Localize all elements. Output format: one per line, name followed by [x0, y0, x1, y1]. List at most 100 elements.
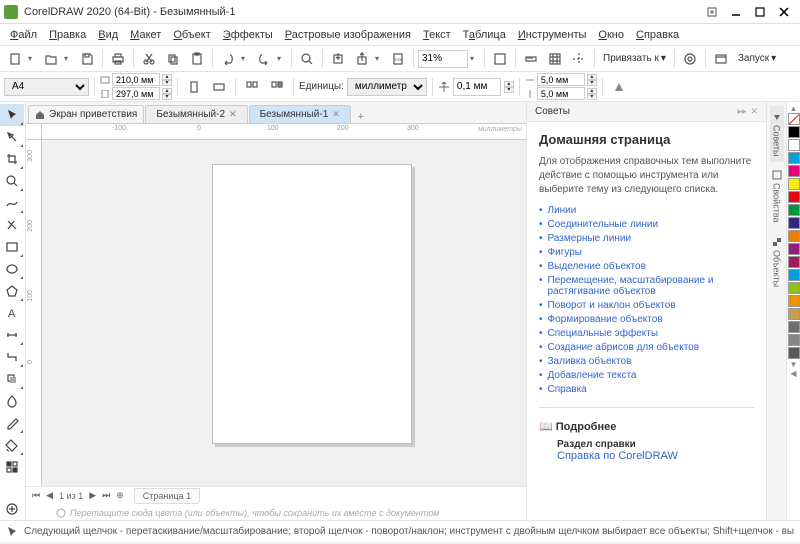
- menu-view[interactable]: Вид: [92, 27, 124, 43]
- color-swatch[interactable]: [788, 126, 800, 138]
- color-swatch[interactable]: [788, 256, 800, 268]
- current-page-button[interactable]: [266, 76, 288, 98]
- hint-topic-link[interactable]: Соединительные линии: [548, 219, 659, 230]
- dup-x-input[interactable]: [537, 73, 585, 86]
- no-color-swatch[interactable]: [788, 113, 800, 125]
- publish-pdf-button[interactable]: PDF: [387, 48, 409, 70]
- panel-close-icon[interactable]: ✕: [750, 106, 758, 117]
- dup-y-input[interactable]: [537, 87, 585, 100]
- copy-button[interactable]: [162, 48, 184, 70]
- hint-topic-link[interactable]: Поворот и наклон объектов: [548, 300, 676, 311]
- settings-icon[interactable]: [700, 2, 724, 22]
- all-pages-button[interactable]: [241, 76, 263, 98]
- page-height-input[interactable]: [112, 87, 160, 100]
- vertical-ruler[interactable]: 3002001000: [26, 140, 42, 486]
- snap-dropdown[interactable]: Привязать к ▾: [599, 51, 670, 66]
- ruler-origin[interactable]: [26, 124, 42, 140]
- freehand-tool[interactable]: [0, 192, 24, 214]
- eyedropper-tool[interactable]: [0, 412, 24, 434]
- drop-shadow-tool[interactable]: [0, 368, 24, 390]
- color-swatch[interactable]: [788, 217, 800, 229]
- last-page-button[interactable]: ⏭: [100, 490, 112, 501]
- open-dropdown[interactable]: ▾: [64, 54, 74, 63]
- menu-file[interactable]: Файл: [4, 27, 43, 43]
- export-button[interactable]: [351, 48, 373, 70]
- height-down[interactable]: ▾: [162, 94, 172, 100]
- redo-dropdown[interactable]: ▾: [277, 54, 287, 63]
- hint-topic-link[interactable]: Линии: [548, 205, 577, 216]
- redo-button[interactable]: [253, 48, 275, 70]
- color-swatch[interactable]: [788, 269, 800, 281]
- guides-button[interactable]: [568, 48, 590, 70]
- tab-welcome[interactable]: Экран приветствия: [28, 105, 144, 123]
- hint-topic-link[interactable]: Выделение объектов: [548, 261, 646, 272]
- parallel-dimension-tool[interactable]: [0, 324, 24, 346]
- cut-button[interactable]: [138, 48, 160, 70]
- hint-topic-link[interactable]: Заливка объектов: [548, 356, 632, 367]
- menu-table[interactable]: Таблица: [457, 27, 512, 43]
- save-button[interactable]: [76, 48, 98, 70]
- menu-text[interactable]: Текст: [417, 27, 457, 43]
- close-button[interactable]: [772, 2, 796, 22]
- import-button[interactable]: [327, 48, 349, 70]
- minimize-button[interactable]: [724, 2, 748, 22]
- add-tab-button[interactable]: +: [352, 111, 370, 123]
- width-down[interactable]: ▾: [162, 80, 172, 86]
- color-swatch[interactable]: [788, 243, 800, 255]
- color-swatch[interactable]: [788, 347, 800, 359]
- color-swatch[interactable]: [788, 204, 800, 216]
- palette-up[interactable]: ▲: [787, 104, 800, 113]
- zoom-input[interactable]: [418, 50, 468, 68]
- export-dropdown[interactable]: ▾: [375, 54, 385, 63]
- add-page-button[interactable]: ⊕: [114, 490, 126, 501]
- menu-bitmaps[interactable]: Растровые изображения: [279, 27, 417, 43]
- color-swatch[interactable]: [788, 230, 800, 242]
- help-link[interactable]: Справка по CorelDRAW: [557, 450, 678, 462]
- color-swatch[interactable]: [788, 178, 800, 190]
- close-tab-icon[interactable]: ✕: [229, 109, 237, 120]
- paper-size-select[interactable]: A4: [4, 78, 89, 96]
- nudge-input[interactable]: [453, 78, 501, 96]
- crop-tool[interactable]: [0, 148, 24, 170]
- menu-object[interactable]: Объект: [167, 27, 216, 43]
- print-button[interactable]: [107, 48, 129, 70]
- color-swatch[interactable]: [788, 308, 800, 320]
- maximize-button[interactable]: [748, 2, 772, 22]
- color-swatch[interactable]: [788, 152, 800, 164]
- hint-topic-link[interactable]: Добавление текста: [548, 370, 637, 381]
- launch-dropdown[interactable]: Запуск ▾: [734, 51, 780, 66]
- fill-tool[interactable]: [0, 434, 24, 456]
- text-tool[interactable]: A: [0, 302, 24, 324]
- menu-tools[interactable]: Инструменты: [512, 27, 593, 43]
- menu-help[interactable]: Справка: [630, 27, 685, 43]
- first-page-button[interactable]: ⏮: [30, 490, 42, 501]
- polygon-tool[interactable]: [0, 280, 24, 302]
- prev-page-button[interactable]: ◀: [44, 490, 55, 501]
- color-swatch[interactable]: [788, 295, 800, 307]
- pick-tool[interactable]: [0, 104, 24, 126]
- zoom-dropdown[interactable]: ▾: [470, 54, 480, 63]
- docker-tab-properties[interactable]: Свойства: [770, 164, 784, 229]
- undo-dropdown[interactable]: ▾: [241, 54, 251, 63]
- palette-down[interactable]: ▼: [787, 360, 800, 369]
- page[interactable]: [212, 164, 412, 444]
- hints-panel-header[interactable]: Советы ▸▸ ✕: [527, 102, 766, 122]
- treat-as-filled-button[interactable]: [608, 76, 630, 98]
- zoom-tool[interactable]: [0, 170, 24, 192]
- page-width-input[interactable]: [112, 73, 160, 86]
- open-button[interactable]: [40, 48, 62, 70]
- next-page-button[interactable]: ▶: [87, 490, 98, 501]
- options-button[interactable]: [679, 48, 701, 70]
- artistic-media-tool[interactable]: [0, 214, 24, 236]
- new-button[interactable]: [4, 48, 26, 70]
- hint-topic-link[interactable]: Размерные линии: [548, 233, 632, 244]
- canvas[interactable]: [42, 140, 526, 486]
- hint-topic-link[interactable]: Перемещение, масштабирование и растягива…: [548, 275, 754, 297]
- menu-window[interactable]: Окно: [592, 27, 630, 43]
- transparency-tool[interactable]: [0, 390, 24, 412]
- shape-tool[interactable]: [0, 126, 24, 148]
- undo-button[interactable]: [217, 48, 239, 70]
- page-tab[interactable]: Страница 1: [134, 488, 200, 504]
- grid-button[interactable]: [544, 48, 566, 70]
- tab-doc2[interactable]: Безымянный-2✕: [145, 105, 247, 123]
